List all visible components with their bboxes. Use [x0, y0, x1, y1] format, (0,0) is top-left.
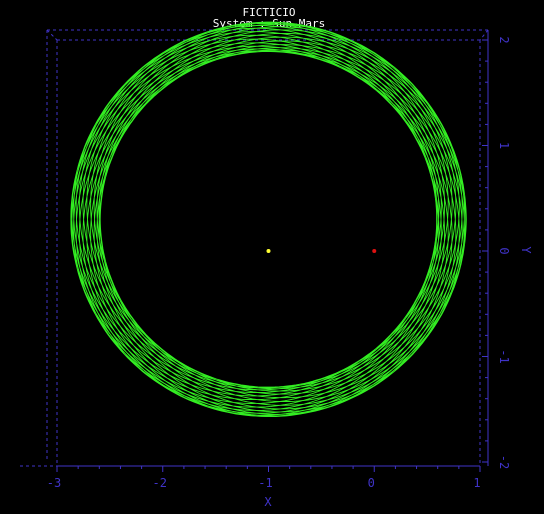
y-tick-label: -1: [497, 349, 511, 363]
y-axis-label: Y: [519, 246, 533, 254]
orbit-chart: FICTICIO System : Sun-Mars -3 -2 -1 0 1 -2-1…: [0, 0, 544, 514]
y-tick-label: 1: [497, 142, 511, 149]
x-tick-label: 1: [473, 476, 480, 490]
body-point: [266, 249, 271, 253]
x-tick-label: -1: [258, 476, 272, 490]
x-axis-label: X: [264, 495, 272, 509]
y-tick-label: -2: [497, 455, 511, 469]
x-tick-label: -3: [47, 476, 61, 490]
body-point: [372, 249, 377, 253]
y-tick-label: 0: [497, 247, 511, 254]
x-tick-label: 0: [368, 476, 375, 490]
y-tick-label: 2: [497, 36, 511, 43]
x-tick-label: -2: [153, 476, 167, 490]
